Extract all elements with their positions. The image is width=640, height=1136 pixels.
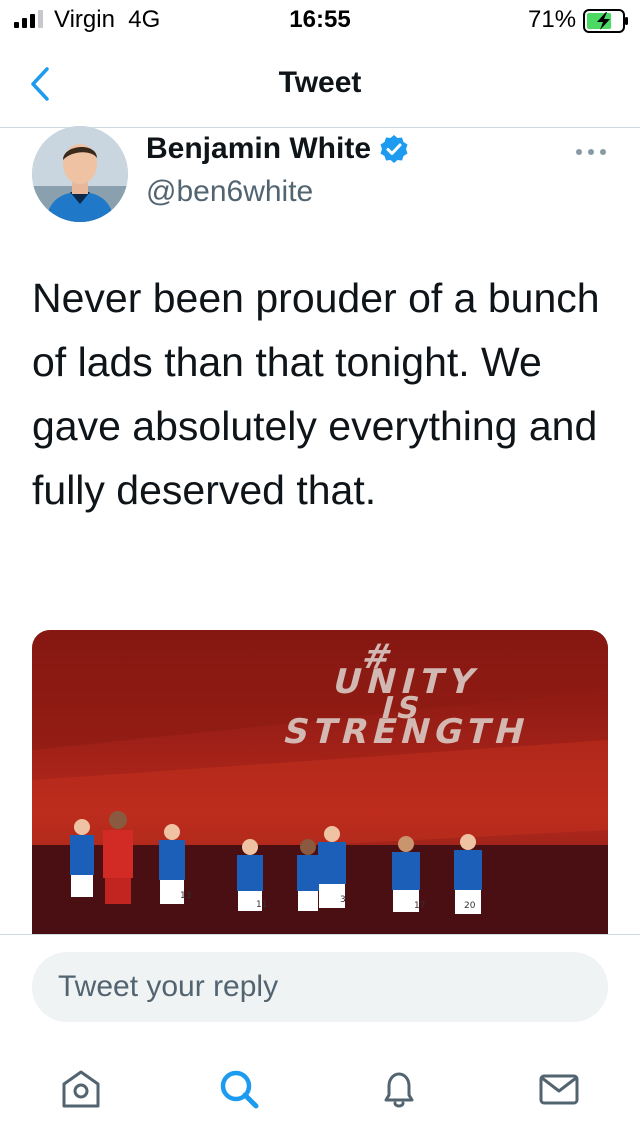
shirt-number: 20 <box>464 901 476 911</box>
shirt-number: 11 <box>256 900 267 910</box>
tweet-photo[interactable]: # UNITY IS STRENGTH 13 11 3 17 20 <box>32 630 608 934</box>
author-name-row[interactable]: Benjamin White <box>146 132 409 166</box>
author-name[interactable]: Benjamin White <box>146 132 371 166</box>
status-bar: Virgin 4G 16:55 71% <box>0 0 640 40</box>
page-title: Tweet <box>278 66 362 99</box>
home-icon <box>62 1070 100 1108</box>
bottom-tab-bar <box>0 1050 640 1136</box>
reply-divider <box>0 934 640 935</box>
tab-notifications[interactable] <box>374 1064 424 1114</box>
banner-text-strength: STRENGTH <box>279 712 533 751</box>
author-avatar[interactable] <box>32 126 128 222</box>
battery-charging-icon <box>583 9 628 33</box>
tab-messages[interactable] <box>534 1064 584 1114</box>
tweet-text: Never been prouder of a bunch of lads th… <box>32 275 600 513</box>
more-options-button[interactable] <box>574 140 608 164</box>
photo-image: # UNITY IS STRENGTH 13 11 3 17 20 <box>32 630 608 934</box>
more-horizontal-icon <box>576 149 606 155</box>
search-icon <box>220 1070 259 1109</box>
shirt-number: 17 <box>414 901 425 911</box>
reply-input[interactable]: Tweet your reply <box>32 952 608 1022</box>
avatar-image <box>32 126 128 222</box>
top-nav-bar: Tweet <box>0 50 640 128</box>
shirt-number: 3 <box>340 895 346 905</box>
reply-placeholder: Tweet your reply <box>58 970 279 1003</box>
author-handle[interactable]: @ben6white <box>146 175 313 209</box>
verified-badge-icon <box>380 135 408 163</box>
tab-home[interactable] <box>56 1064 106 1114</box>
tab-search[interactable] <box>214 1064 264 1114</box>
mail-icon <box>539 1074 579 1105</box>
bell-icon <box>384 1072 414 1108</box>
battery-percentage: 71% <box>528 6 577 33</box>
shirt-number: 13 <box>180 891 191 901</box>
